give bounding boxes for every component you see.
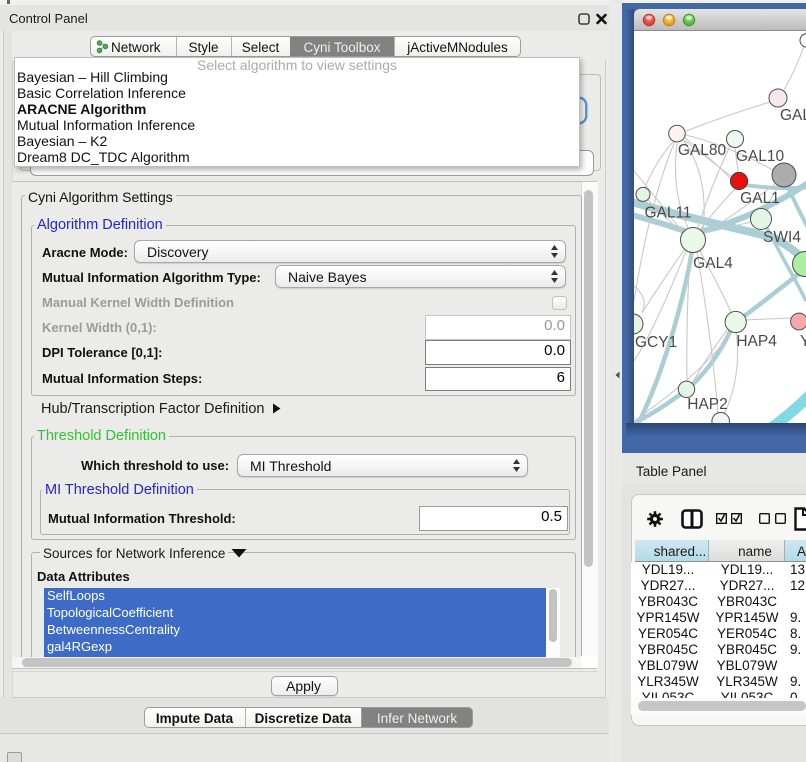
svg-text:YM: YM (800, 333, 806, 350)
svg-text:SWI4: SWI4 (763, 229, 801, 246)
svg-text:GAL1: GAL1 (740, 190, 780, 207)
svg-text:HAP2: HAP2 (687, 396, 728, 413)
svg-text:GAL4: GAL4 (693, 255, 733, 272)
svg-text:HAP4: HAP4 (736, 333, 777, 350)
svg-text:GAL80: GAL80 (678, 142, 727, 159)
svg-text:GAL11: GAL11 (644, 205, 691, 222)
svg-text:GCY1: GCY1 (635, 334, 677, 351)
svg-text:GAL7: GAL7 (780, 107, 806, 124)
svg-text:GAL10: GAL10 (736, 148, 785, 165)
